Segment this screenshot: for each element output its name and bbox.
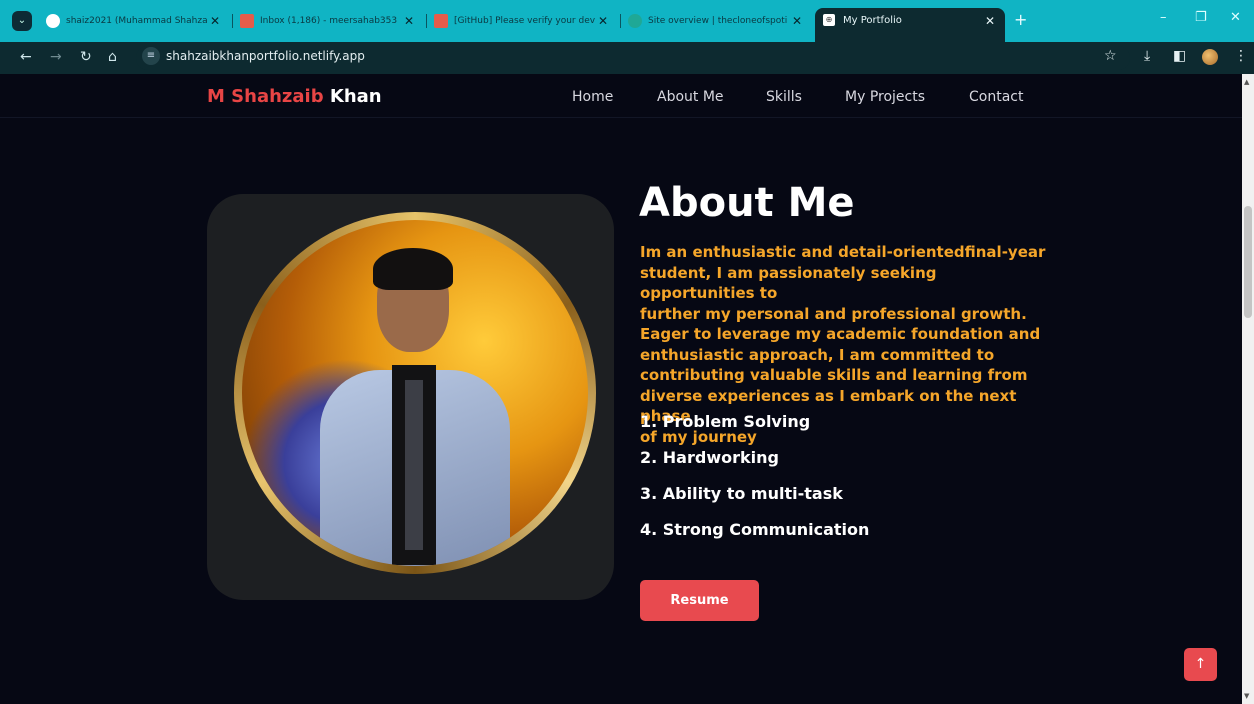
- tab-github-verify[interactable]: [GitHub] Please verify your dev ✕: [434, 9, 614, 33]
- site-navbar: M Shahzaib Khan Home About Me Skills My …: [0, 74, 1242, 118]
- github-icon: [46, 13, 60, 28]
- bookmark-star-icon[interactable]: ☆: [1104, 48, 1117, 64]
- gmail-icon: [434, 13, 448, 28]
- gmail-icon: [240, 13, 254, 28]
- page-scrollbar[interactable]: ▲ ▼: [1242, 74, 1254, 704]
- scrollbar-thumb[interactable]: [1244, 206, 1252, 318]
- tab-my-portfolio[interactable]: ⊕ My Portfolio ✕: [815, 8, 1005, 42]
- scroll-up-arrow-icon[interactable]: ▲: [1244, 78, 1249, 86]
- url-text[interactable]: shahzaibkhanportfolio.netlify.app: [166, 49, 365, 63]
- side-panel-icon[interactable]: ◧: [1173, 48, 1186, 64]
- tab-inbox[interactable]: Inbox (1,186) - meersahab353 ✕: [240, 9, 420, 33]
- close-window-icon[interactable]: ✕: [1230, 10, 1241, 25]
- menu-kebab-icon[interactable]: ⋮: [1234, 48, 1248, 64]
- site-info-icon[interactable]: ≡: [142, 47, 160, 65]
- scroll-to-top-button[interactable]: ↑: [1184, 648, 1217, 681]
- reload-icon[interactable]: ↻: [80, 49, 92, 65]
- netlify-icon: [628, 13, 642, 28]
- tab-search-icon[interactable]: ⌄: [12, 11, 32, 31]
- close-tab-icon[interactable]: ✕: [792, 9, 802, 33]
- profile-avatar[interactable]: [1202, 49, 1218, 65]
- tab-netlify[interactable]: Site overview | thecloneofspoti ✕: [628, 9, 808, 33]
- nav-skills[interactable]: Skills: [766, 89, 802, 105]
- brand-logo[interactable]: M Shahzaib Khan: [207, 86, 382, 107]
- download-icon[interactable]: ⤓: [1144, 48, 1150, 64]
- nav-contact[interactable]: Contact: [969, 89, 1023, 105]
- scroll-down-arrow-icon[interactable]: ▼: [1244, 692, 1249, 700]
- nav-home[interactable]: Home: [572, 89, 613, 105]
- forward-icon[interactable]: →: [50, 49, 62, 65]
- profile-photo-card: [207, 194, 614, 600]
- skill-item: 4. Strong Communication: [640, 520, 870, 539]
- portfolio-page: M Shahzaib Khan Home About Me Skills My …: [0, 74, 1242, 704]
- nav-about-me[interactable]: About Me: [657, 89, 724, 105]
- home-icon[interactable]: ⌂: [108, 49, 117, 65]
- gold-photo-frame: [234, 212, 596, 574]
- skill-item: 3. Ability to multi-task: [640, 484, 843, 503]
- nav-my-projects[interactable]: My Projects: [845, 89, 925, 105]
- close-tab-icon[interactable]: ✕: [598, 9, 608, 33]
- skill-item: 1. Problem Solving: [640, 412, 811, 431]
- tab-separator: [426, 14, 427, 28]
- brand-name-first: M Shahzaib: [207, 86, 324, 107]
- page-icon: ⊕: [823, 14, 835, 26]
- about-title: About Me: [639, 180, 855, 226]
- brand-name-last: Khan: [329, 86, 382, 107]
- tab-separator: [620, 14, 621, 28]
- restore-icon[interactable]: ❐: [1195, 10, 1207, 25]
- close-tab-icon[interactable]: ✕: [985, 8, 995, 34]
- skill-item: 2. Hardworking: [640, 448, 779, 467]
- new-tab-icon[interactable]: +: [1014, 10, 1027, 29]
- browser-tab-bar: ⌄ shaiz2021 (Muhammad Shahza ✕ Inbox (1,…: [0, 0, 1254, 42]
- close-tab-icon[interactable]: ✕: [210, 9, 220, 33]
- minimize-icon[interactable]: –: [1160, 10, 1167, 25]
- tab-separator: [232, 14, 233, 28]
- tab-github[interactable]: shaiz2021 (Muhammad Shahza ✕: [46, 9, 226, 33]
- resume-button[interactable]: Resume: [640, 580, 759, 621]
- back-icon[interactable]: ←: [20, 49, 32, 65]
- profile-photo: [242, 220, 588, 566]
- close-tab-icon[interactable]: ✕: [404, 9, 414, 33]
